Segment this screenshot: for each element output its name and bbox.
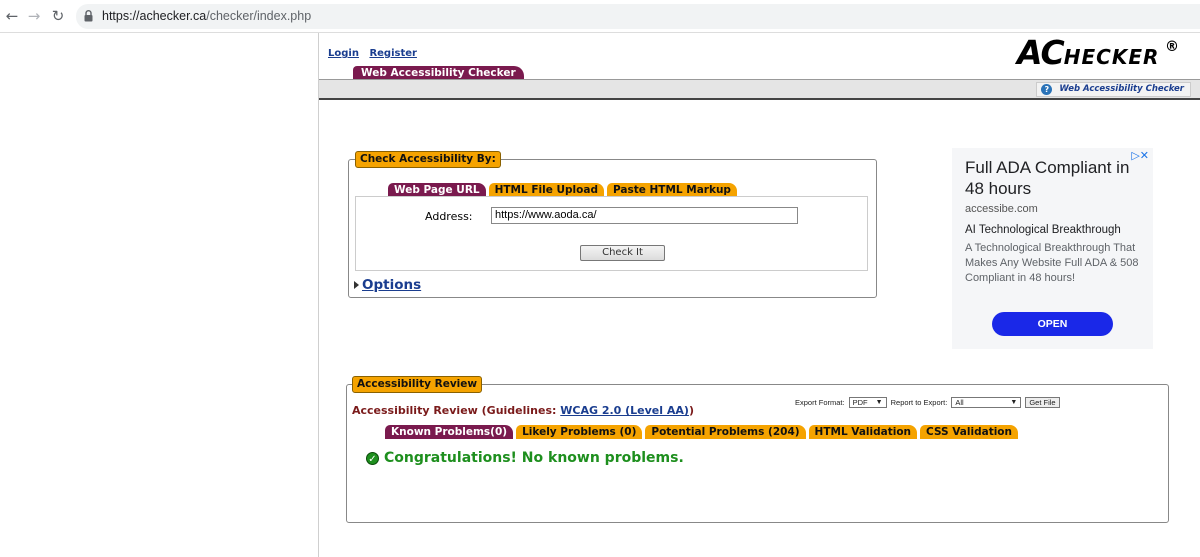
- address-input[interactable]: https://www.aoda.ca/: [491, 207, 798, 224]
- address-bar[interactable]: https://achecker.ca/checker/index.php: [76, 4, 1200, 29]
- help-link[interactable]: ? Web Accessibility Checker: [1036, 82, 1191, 97]
- export-format-select[interactable]: PDF ▼: [848, 397, 887, 408]
- tab-paste-html-markup[interactable]: Paste HTML Markup: [606, 183, 737, 197]
- tab-potential-problems[interactable]: Potential Problems (204): [645, 425, 806, 439]
- login-link[interactable]: Login: [328, 48, 359, 59]
- url-input-area: Address: https://www.aoda.ca/ Check It: [355, 196, 868, 271]
- page-content: Login Register ACHECKER ® Web Accessibil…: [318, 33, 1200, 557]
- advertisement[interactable]: ▷✕ Full ADA Compliant in 48 hours access…: [952, 148, 1153, 349]
- tab-likely-problems[interactable]: Likely Problems (0): [516, 425, 643, 439]
- options-toggle[interactable]: Options: [354, 277, 421, 293]
- review-title-prefix: Accessibility Review (Guidelines:: [352, 404, 561, 417]
- export-controls: Export Format: PDF ▼ Report to Export: Al…: [795, 397, 1060, 408]
- sub-navigation-bar: ? Web Accessibility Checker: [319, 79, 1200, 100]
- check-accessibility-panel: Check Accessibility By: Web Page URL HTM…: [348, 151, 877, 298]
- report-export-value: All: [955, 398, 964, 407]
- review-title-suffix: ): [688, 404, 694, 417]
- address-label: Address:: [425, 210, 473, 223]
- accessibility-review-panel: Accessibility Review Accessibility Revie…: [346, 376, 1169, 523]
- dropdown-arrow-icon: ▼: [875, 399, 883, 406]
- guideline-link[interactable]: WCAG 2.0 (Level AA): [560, 404, 689, 417]
- get-file-button[interactable]: Get File: [1025, 397, 1060, 408]
- ad-title[interactable]: Full ADA Compliant in 48 hours: [965, 157, 1145, 199]
- check-tabs: Web Page URL HTML File Upload Paste HTML…: [388, 183, 740, 197]
- report-export-select[interactable]: All ▼: [951, 397, 1022, 408]
- main-tab-checker[interactable]: Web Accessibility Checker: [353, 66, 524, 80]
- export-format-label: Export Format:: [795, 398, 845, 407]
- ad-headline: AI Technological Breakthrough: [965, 224, 1121, 236]
- achecker-logo: ACHECKER ®: [1017, 33, 1179, 73]
- lock-icon: [84, 10, 93, 22]
- tab-known-problems[interactable]: Known Problems(0): [385, 425, 514, 439]
- congratulations-text: Congratulations! No known problems.: [384, 450, 684, 466]
- url-text: https://achecker.ca/checker/index.php: [102, 9, 311, 23]
- help-link-label: Web Accessibility Checker: [1059, 84, 1184, 94]
- tab-css-validation[interactable]: CSS Validation: [920, 425, 1019, 439]
- logo-big-text: AC: [1017, 33, 1065, 72]
- export-format-value: PDF: [852, 398, 868, 407]
- browser-toolbar: ← → ↻ https://achecker.ca/checker/index.…: [0, 0, 1200, 33]
- check-legend: Check Accessibility By:: [355, 151, 501, 168]
- back-arrow-icon[interactable]: ←: [4, 8, 20, 24]
- logo-registered: ®: [1164, 39, 1179, 55]
- report-export-label: Report to Export:: [890, 398, 948, 407]
- help-icon: ?: [1041, 84, 1053, 95]
- top-links: Login Register: [328, 48, 424, 59]
- review-tabs: Known Problems(0) Likely Problems (0) Po…: [385, 425, 1021, 439]
- url-host: https://achecker.ca: [102, 9, 207, 23]
- dropdown-arrow-icon: ▼: [1010, 399, 1018, 406]
- forward-arrow-icon[interactable]: →: [26, 8, 42, 24]
- tab-html-validation[interactable]: HTML Validation: [808, 425, 918, 439]
- logo-small-text: HECKER: [1063, 45, 1160, 69]
- review-legend: Accessibility Review: [352, 376, 483, 393]
- congratulations-message: ✓ Congratulations! No known problems.: [366, 450, 684, 466]
- options-label: Options: [362, 277, 422, 293]
- tab-html-file-upload[interactable]: HTML File Upload: [488, 183, 604, 197]
- url-path: /checker/index.php: [206, 9, 312, 23]
- review-title: Accessibility Review (Guidelines: WCAG 2…: [352, 404, 694, 417]
- ad-domain: accessibe.com: [965, 203, 1038, 215]
- check-it-button[interactable]: Check It: [580, 245, 665, 261]
- checkmark-icon: ✓: [366, 451, 379, 465]
- reload-icon[interactable]: ↻: [50, 8, 66, 24]
- register-link[interactable]: Register: [369, 48, 417, 59]
- ad-open-button[interactable]: OPEN: [992, 312, 1113, 336]
- tab-web-page-url[interactable]: Web Page URL: [388, 183, 486, 197]
- ad-body: A Technological Breakthrough That Makes …: [965, 242, 1139, 284]
- caret-right-icon: [354, 281, 359, 289]
